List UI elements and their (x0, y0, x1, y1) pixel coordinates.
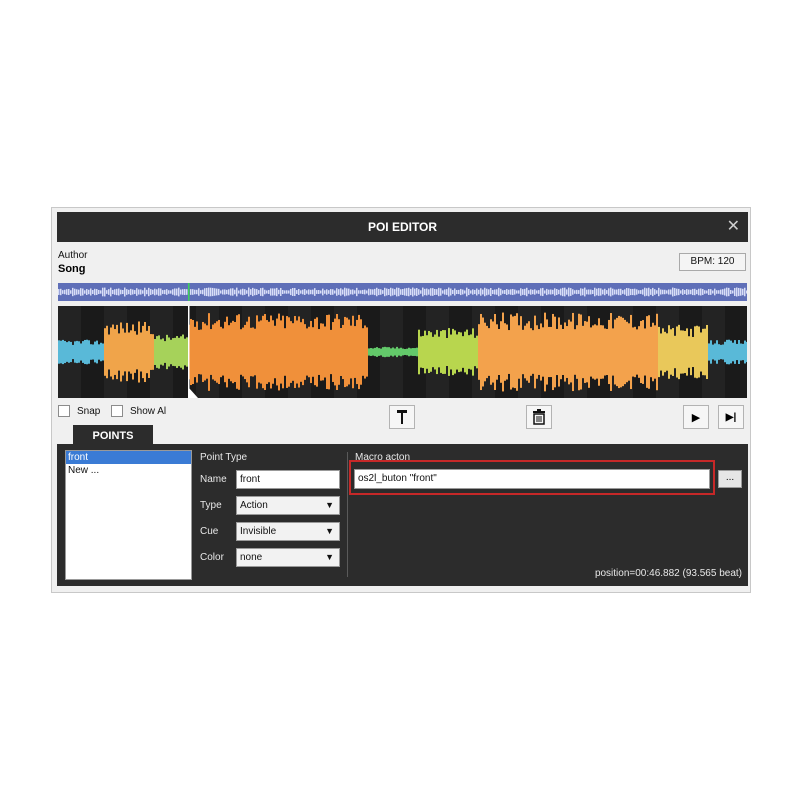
show-all-option[interactable]: Show Al (111, 405, 166, 417)
cue-select-value: Invisible (240, 526, 277, 537)
type-select-value: Action (240, 500, 268, 511)
add-marker-button[interactable] (389, 405, 415, 429)
name-label: Name (200, 474, 227, 485)
trash-icon (533, 409, 545, 425)
color-label: Color (200, 552, 224, 563)
points-panel: front New ... Point Type Name front Type… (57, 444, 748, 586)
points-list[interactable]: front New ... (65, 450, 192, 580)
skip-next-button[interactable]: ▶| (718, 405, 744, 429)
chevron-down-icon: ▼ (325, 552, 334, 562)
color-select[interactable]: none ▼ (236, 548, 340, 567)
cue-select[interactable]: Invisible ▼ (236, 522, 340, 541)
tab-points[interactable]: POINTS (73, 425, 153, 445)
panel-divider (347, 452, 348, 577)
list-item-new[interactable]: New ... (66, 464, 191, 477)
delete-button[interactable] (526, 405, 552, 429)
type-select[interactable]: Action ▼ (236, 496, 340, 515)
type-label: Type (200, 500, 222, 511)
name-field[interactable]: front (236, 470, 340, 489)
waveform-detail[interactable] (58, 306, 747, 398)
list-item-front[interactable]: front (66, 451, 191, 464)
play-button[interactable]: ▶ (683, 405, 709, 429)
snap-label: Snap (77, 405, 101, 417)
cue-label: Cue (200, 526, 219, 537)
chevron-down-icon: ▼ (325, 500, 334, 510)
poi-editor-window: POI EDITOR ✕ Author Song BPM: 120 Snap S… (51, 207, 751, 593)
macro-browse-button[interactable]: ... (718, 470, 742, 488)
snap-option[interactable]: Snap (58, 405, 100, 417)
macro-action-field[interactable]: os2l_buton "front" (354, 469, 710, 489)
show-all-label: Show Al (130, 405, 167, 417)
snap-checkbox[interactable] (58, 405, 70, 417)
skip-next-icon: ▶| (725, 411, 737, 423)
color-select-value: none (240, 552, 263, 563)
play-icon: ▶ (691, 411, 701, 424)
position-readout: position=00:46.882 (93.565 beat) (594, 568, 742, 579)
bpm-display: BPM: 120 (679, 253, 746, 271)
author-label: Author (58, 250, 88, 261)
close-icon[interactable]: ✕ (727, 212, 740, 242)
song-title: Song (58, 263, 86, 275)
point-type-heading: Point Type (200, 452, 248, 463)
chevron-down-icon: ▼ (325, 526, 334, 536)
show-all-checkbox[interactable] (111, 405, 123, 417)
waveform-overview[interactable] (58, 283, 747, 301)
title-bar: POI EDITOR ✕ (57, 212, 748, 242)
pin-marker-icon (397, 410, 407, 424)
window-title: POI EDITOR (367, 220, 438, 234)
